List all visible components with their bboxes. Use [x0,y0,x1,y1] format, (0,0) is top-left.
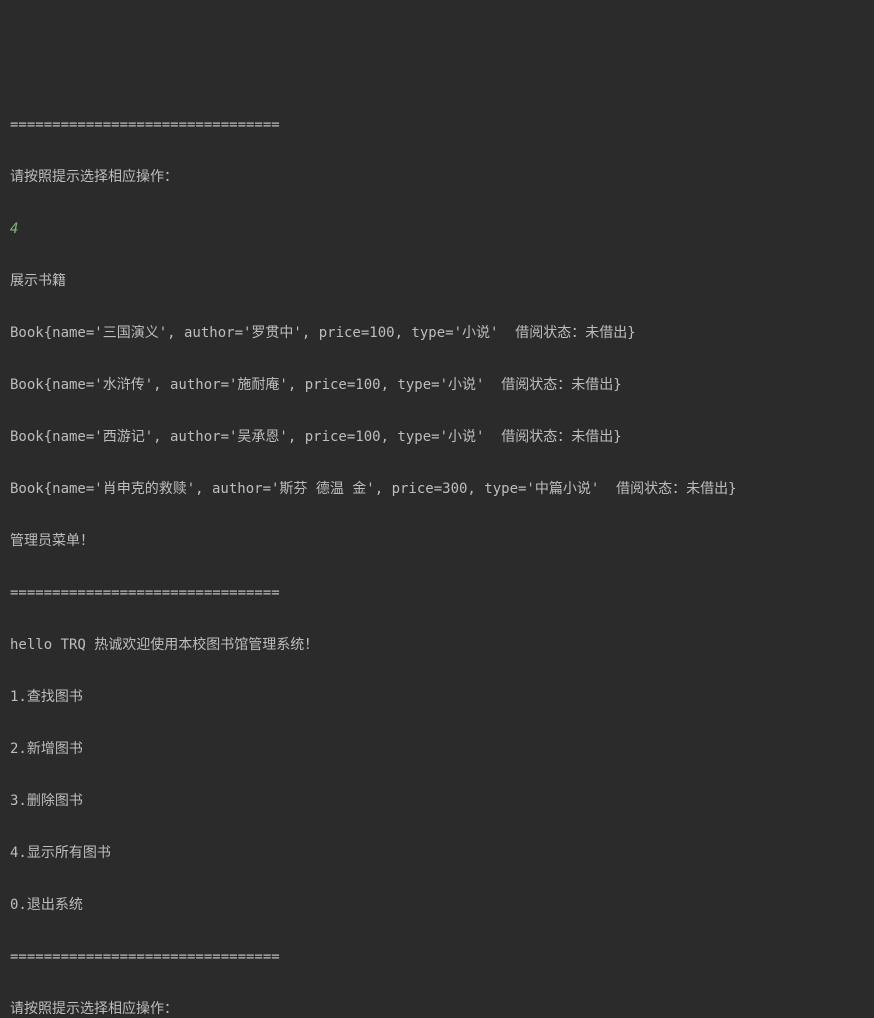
separator-bot: ================================ [10,944,864,970]
menu-item: 3.删除图书 [10,788,864,814]
book-row: Book{name='肖申克的救赎', author='斯芬 德温 金', pr… [10,476,864,502]
admin-menu-label: 管理员菜单！ [10,528,864,554]
book-row: Book{name='西游记', author='吴承恩', price=100… [10,424,864,450]
book-row: Book{name='三国演义', author='罗贯中', price=10… [10,320,864,346]
user-input-1[interactable]: 4 [10,216,864,242]
menu-item: 1.查找图书 [10,684,864,710]
separator-top: ================================ [10,112,864,138]
show-books-label: 展示书籍 [10,268,864,294]
separator-mid: ================================ [10,580,864,606]
menu-item: 0.退出系统 [10,892,864,918]
prompt-select-operation: 请按照提示选择相应操作： [10,164,864,190]
menu-item: 2.新增图书 [10,736,864,762]
menu-item: 4.显示所有图书 [10,840,864,866]
prompt-select-operation: 请按照提示选择相应操作： [10,996,864,1018]
book-row: Book{name='水浒传', author='施耐庵', price=100… [10,372,864,398]
welcome-line: hello TRQ 热诚欢迎使用本校图书馆管理系统！ [10,632,864,658]
